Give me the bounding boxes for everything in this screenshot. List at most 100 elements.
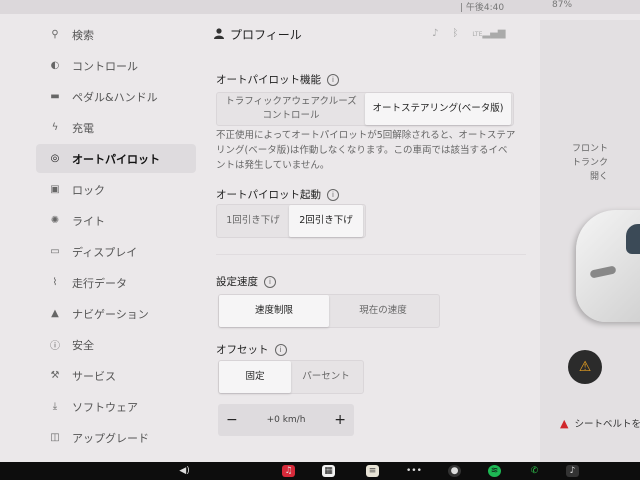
music-icon[interactable]: ♫ [282, 465, 295, 477]
sidebar-item-lights[interactable]: ✺ ライト [36, 206, 196, 235]
display-icon: ▭ [50, 246, 60, 257]
warning-icon: ⚠ [578, 359, 592, 375]
alert-triangle-icon: ▲ [560, 416, 569, 430]
offset-value: +0 km/h [266, 415, 306, 425]
plus-button[interactable]: + [334, 412, 346, 428]
divider [216, 254, 526, 255]
sidebar-item-label: ロック [72, 183, 105, 197]
safety-icon: ⓘ [50, 341, 60, 352]
vehicle-panel: フロント トランク 開く ⚠ ▲ シートベルトを着 [540, 20, 640, 462]
toggle-icon: ◐ [50, 60, 60, 71]
taskbar: ◀) ♫ ▦ ≡ ••• ● ≋ ✆ ♪ [0, 462, 640, 480]
notes-icon[interactable]: ≡ [366, 465, 379, 477]
seatbelt-alert: ▲ シートベルトを着 [560, 416, 640, 431]
trip-icon: ⌇ [52, 277, 58, 288]
lock-icon: ▣ [50, 184, 60, 195]
status-icons: ♪ ᛒ LTE▂▄▆ [432, 28, 505, 39]
camera-icon[interactable]: ● [448, 465, 461, 477]
info-icon[interactable]: i [264, 275, 276, 288]
light-bulb-icon: ✺ [50, 215, 60, 226]
autopilot-features-selector: トラフィックアウェアクルーズコントロール オートステアリング(ベータ版) [216, 92, 514, 126]
car-image [576, 210, 640, 322]
sidebar-item-service[interactable]: ⚒ サービス [36, 361, 196, 390]
clock-text: | 午後4:40 [460, 3, 505, 13]
option-fixed[interactable]: 固定 [219, 361, 291, 393]
sidebar-item-safety[interactable]: ⓘ 安全 [36, 330, 196, 359]
option-speed-limit[interactable]: 速度制限 [219, 295, 329, 327]
autopilot-strikeout-description: 不正使用によってオートパイロットが5回解除されると、オートステアリング(ベータ版… [216, 130, 516, 171]
lte-signal-icon: LTE▂▄▆ [472, 28, 506, 39]
offset-mode-selector: 固定 パーセント [218, 360, 364, 394]
wrench-icon: ⚒ [50, 370, 60, 381]
search-icon: ⚲ [51, 29, 59, 40]
sidebar-item-charging[interactable]: ϟ 充電 [36, 113, 196, 142]
warning-button[interactable]: ⚠ [568, 350, 602, 384]
car-windshield [626, 224, 640, 254]
bluetooth-icon: ᛒ [452, 28, 459, 39]
sidebar-item-label: ペダル&ハンドル [72, 90, 158, 104]
sidebar-item-label: サービス [72, 369, 116, 383]
autopilot-activation-title: オートパイロット起動 i [216, 187, 339, 202]
car-icon: ▬ [50, 91, 60, 102]
sidebar-item-locks[interactable]: ▣ ロック [36, 175, 196, 204]
sidebar-item-label: 安全 [72, 338, 94, 352]
sidebar-item-label: 走行データ [72, 276, 127, 290]
more-icon[interactable]: ••• [406, 465, 422, 477]
sidebar-item-label: アップグレード [72, 431, 149, 445]
profile-button[interactable]: プロフィール [214, 26, 302, 43]
sidebar-item-software[interactable]: ⤓ ソフトウェア [36, 392, 196, 421]
minus-button[interactable]: − [226, 412, 238, 428]
sidebar-item-label: 充電 [72, 121, 94, 135]
sidebar-item-label: ナビゲーション [72, 307, 149, 321]
sidebar-item-pedals-steering[interactable]: ▬ ペダル&ハンドル [36, 82, 196, 111]
sidebar-item-navigation[interactable]: ▲ ナビゲーション [36, 299, 196, 328]
offset-stepper: − +0 km/h + [218, 404, 354, 436]
sidebar-item-autopilot[interactable]: ◎ オートパイロット [36, 144, 196, 173]
bag-icon: ◫ [50, 432, 60, 443]
option-single-pull[interactable]: 1回引き下げ [217, 205, 289, 237]
steering-wheel-icon: ◎ [50, 153, 60, 164]
calendar-icon[interactable]: ▦ [322, 465, 335, 477]
profile-label: プロフィール [230, 28, 302, 42]
sidebar-item-controls[interactable]: ◐ コントロール [36, 51, 196, 80]
sidebar-item-label: 検索 [72, 28, 94, 42]
seatbelt-alert-text: シートベルトを着 [574, 419, 640, 430]
sidebar-item-upgrades[interactable]: ◫ アップグレード [36, 423, 196, 452]
option-autosteer-beta[interactable]: オートステアリング(ベータ版) [365, 93, 511, 125]
download-icon: ⤓ [52, 401, 58, 412]
info-icon[interactable]: i [327, 188, 339, 201]
set-speed-selector: 速度制限 現在の速度 [218, 294, 440, 328]
sidebar-item-label: オートパイロット [72, 152, 160, 166]
sidebar-item-search[interactable]: ⚲ 検索 [36, 20, 196, 49]
autopilot-settings-panel: プロフィール ♪ ᛒ LTE▂▄▆ オートパイロット機能 i トラフィックアウェ… [206, 20, 526, 460]
offset-title: オフセット i [216, 342, 287, 357]
spotify-icon[interactable]: ≋ [488, 465, 501, 477]
sidebar-item-trips[interactable]: ⌇ 走行データ [36, 268, 196, 297]
sidebar-item-display[interactable]: ▭ ディスプレイ [36, 237, 196, 266]
set-speed-title: 設定速度 i [216, 274, 276, 289]
lightning-icon: ϟ [51, 122, 59, 133]
info-icon[interactable]: i [327, 73, 339, 86]
phone-icon[interactable]: ✆ [528, 465, 541, 477]
navigation-icon: ▲ [51, 308, 59, 319]
top-status-strip: | 午後4:40 87% [0, 0, 640, 14]
controls-icon[interactable]: ♪ [566, 465, 579, 477]
info-icon[interactable]: i [274, 343, 287, 356]
car-headlight [589, 265, 617, 279]
sidebar-item-label: コントロール [72, 59, 138, 73]
open-frunk-button[interactable]: フロント トランク 開く [560, 142, 608, 184]
screen: | 午後4:40 87% ⚲ 検索 ◐ コントロール ▬ ペダル&ハンドル ϟ … [0, 0, 640, 462]
option-percent[interactable]: パーセント [291, 361, 361, 393]
sidebar-item-label: ディスプレイ [72, 245, 138, 259]
sidebar-item-label: ライト [72, 214, 105, 228]
battery-text: 87% [552, 0, 573, 10]
option-double-pull[interactable]: 2回引き下げ [289, 205, 363, 237]
sidebar: ⚲ 検索 ◐ コントロール ▬ ペダル&ハンドル ϟ 充電 ◎ オートパイロット… [36, 20, 196, 454]
option-traffic-aware-cruise[interactable]: トラフィックアウェアクルーズコントロール [217, 93, 365, 125]
bell-icon: ♪ [432, 28, 439, 39]
volume-icon[interactable]: ◀) [178, 465, 191, 477]
autopilot-features-title: オートパイロット機能 i [216, 72, 339, 87]
option-current-speed[interactable]: 現在の速度 [329, 295, 437, 327]
sidebar-item-label: ソフトウェア [72, 400, 138, 414]
person-icon [214, 27, 224, 42]
